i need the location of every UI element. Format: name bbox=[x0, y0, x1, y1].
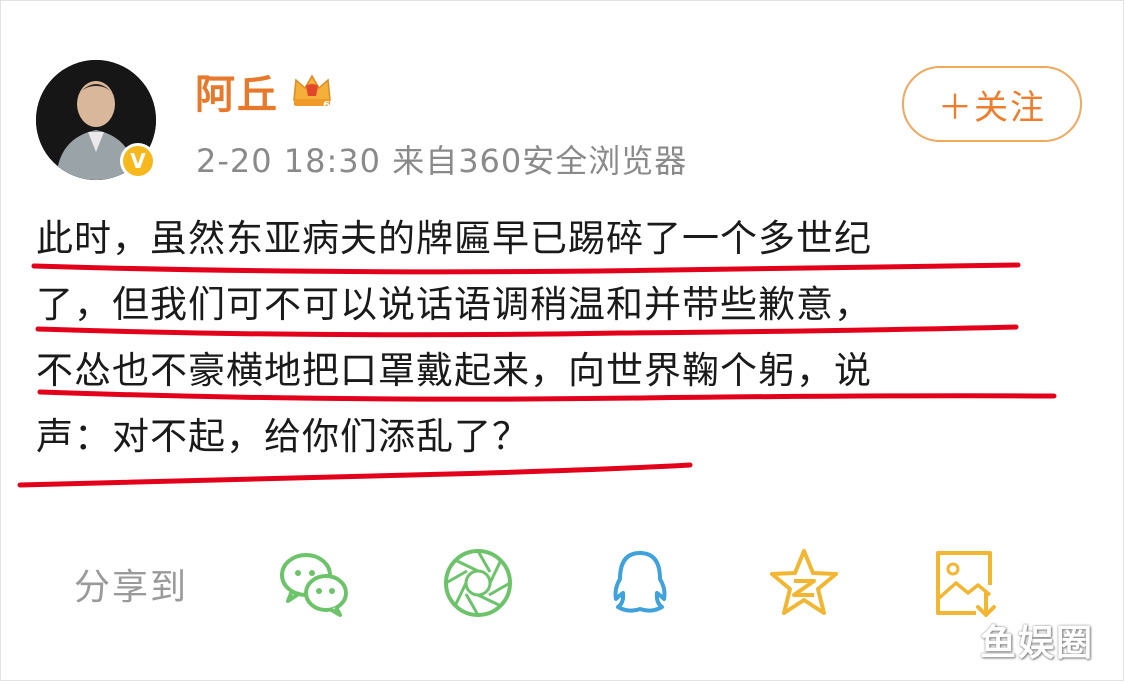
share-label: 分享到 bbox=[74, 567, 189, 608]
watermark: 鱼娱圈 bbox=[980, 623, 1095, 664]
moments-icon[interactable] bbox=[440, 545, 516, 621]
post-meta: 2-20 18:30 来自360安全浏览器 bbox=[196, 142, 688, 180]
vip-level: 6 bbox=[323, 100, 330, 110]
body-line-4: 声：对不起，给你们添乱了？ bbox=[36, 415, 530, 458]
crown-vip-icon[interactable]: 6 bbox=[290, 70, 334, 110]
wechat-icon[interactable] bbox=[276, 545, 352, 621]
verified-v-icon: V bbox=[120, 143, 156, 179]
body-line-3: 不怂也不豪横地把口罩戴起来，向世界鞠个躬，说 bbox=[36, 349, 872, 392]
post-body: 此时，虽然东亚病夫的牌匾早已踢碎了一个多世纪 了，但我们可不可以说话语调稍温和并… bbox=[36, 206, 1066, 470]
save-image-icon[interactable] bbox=[928, 545, 1004, 621]
qzone-icon[interactable] bbox=[766, 545, 842, 621]
qq-icon[interactable] bbox=[602, 545, 678, 621]
body-line-1: 此时，虽然东亚病夫的牌匾早已踢碎了一个多世纪 bbox=[36, 217, 872, 260]
body-line-2: 了，但我们可不可以说话语调稍温和并带些歉意， bbox=[36, 283, 872, 326]
username[interactable]: 阿丘 bbox=[195, 62, 279, 120]
follow-button[interactable]: ＋关注 bbox=[902, 66, 1082, 142]
